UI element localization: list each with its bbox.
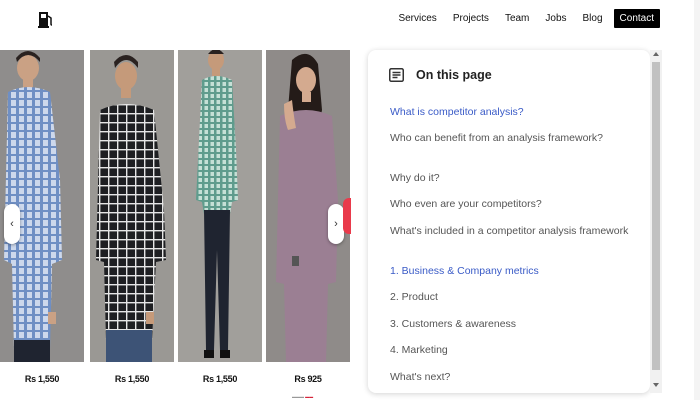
toc-item-whats-next[interactable]: What's next? <box>390 371 450 384</box>
chevron-left-icon: ‹ <box>10 217 14 230</box>
chevron-right-icon: › <box>334 217 338 230</box>
nav-blog[interactable]: Blog <box>575 9 611 28</box>
scroll-thumb[interactable] <box>652 62 660 370</box>
nav-jobs[interactable]: Jobs <box>537 9 574 28</box>
product-price: Rs 1,550 <box>202 374 238 384</box>
fuel-pump-icon[interactable] <box>38 10 54 28</box>
site-header: Services Projects Team Jobs Blog Contact <box>0 0 700 40</box>
toc-item-what-is-competitor-analysis[interactable]: What is competitor analysis? <box>390 106 524 119</box>
toc-scrollbar[interactable] <box>650 50 662 393</box>
scroll-up-arrow-icon[interactable] <box>653 52 659 56</box>
toc-item-whats-included[interactable]: What's included in a competitor analysis… <box>390 225 628 238</box>
toc-item-business-metrics[interactable]: 1. Business & Company metrics <box>390 265 539 278</box>
main-nav: Services Projects Team Jobs Blog Contact <box>390 9 660 28</box>
toc-item-customers-awareness[interactable]: 3. Customers & awareness <box>390 318 516 331</box>
nav-team[interactable]: Team <box>497 9 537 28</box>
page-gutter <box>694 0 700 400</box>
nav-services[interactable]: Services <box>390 9 444 28</box>
price-discount-note: ▬▬▬ ▬▬ <box>292 394 314 399</box>
document-list-icon <box>389 68 404 82</box>
toc-item-marketing[interactable]: 4. Marketing <box>390 344 448 357</box>
feedback-tab[interactable] <box>343 198 351 234</box>
product-carousel: Rs 1,550 Rs 1,550 Rs 1,550 Rs 925 ▬▬▬ ▬▬… <box>0 50 351 400</box>
carousel-prev-button[interactable]: ‹ <box>4 204 20 244</box>
toc-item-product[interactable]: 2. Product <box>390 291 438 304</box>
product-price: Rs 1,550 <box>114 374 150 384</box>
toc-item-why-do-it[interactable]: Why do it? <box>390 172 440 185</box>
nav-projects[interactable]: Projects <box>445 9 497 28</box>
table-of-contents: On this page What is competitor analysis… <box>368 50 650 393</box>
product-image[interactable] <box>178 50 262 362</box>
scroll-down-arrow-icon[interactable] <box>653 383 659 387</box>
product-price: Rs 925 <box>294 374 322 384</box>
toc-title: On this page <box>416 68 492 82</box>
toc-header: On this page <box>389 68 492 82</box>
product-image[interactable] <box>90 50 174 362</box>
product-card[interactable] <box>178 50 262 362</box>
contact-button[interactable]: Contact <box>613 9 660 28</box>
toc-item-who-are-competitors[interactable]: Who even are your competitors? <box>390 198 542 211</box>
product-price: Rs 1,550 <box>24 374 60 384</box>
product-card[interactable] <box>90 50 174 362</box>
carousel-next-button[interactable]: › <box>328 204 344 244</box>
toc-item-who-can-benefit[interactable]: Who can benefit from an analysis framewo… <box>390 132 603 145</box>
